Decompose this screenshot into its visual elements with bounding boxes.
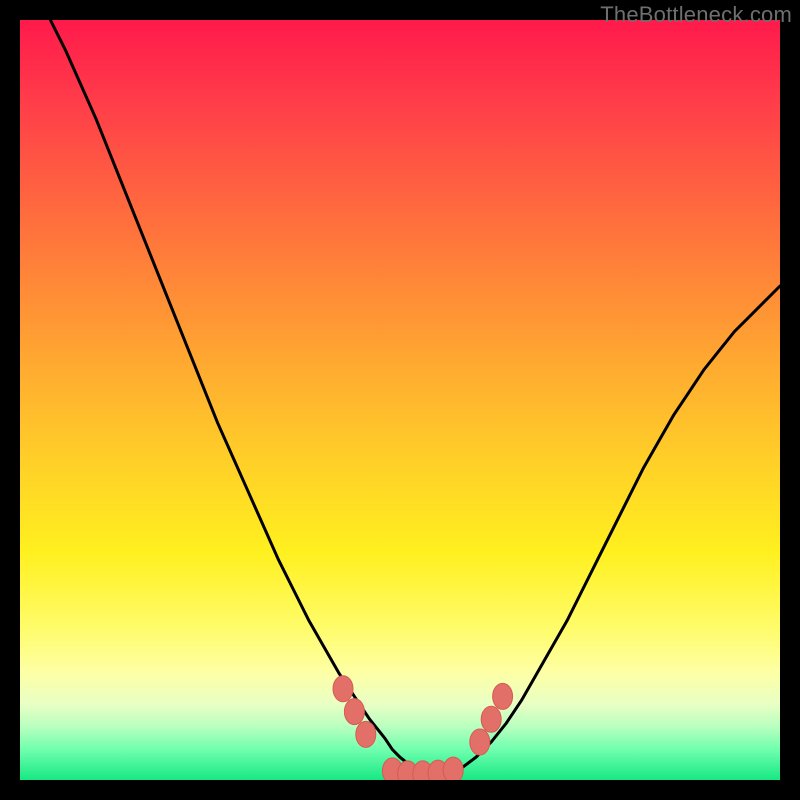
watermark-text: TheBottleneck.com	[600, 2, 792, 28]
bottleneck-chart	[20, 20, 780, 780]
curve-marker	[333, 676, 353, 702]
curve-marker	[481, 706, 501, 732]
curve-marker	[356, 721, 376, 747]
curve-marker	[443, 757, 463, 780]
chart-frame	[20, 20, 780, 780]
curve-marker	[493, 683, 513, 709]
curve-marker	[344, 699, 364, 725]
gradient-background	[20, 20, 780, 780]
curve-marker	[470, 729, 490, 755]
